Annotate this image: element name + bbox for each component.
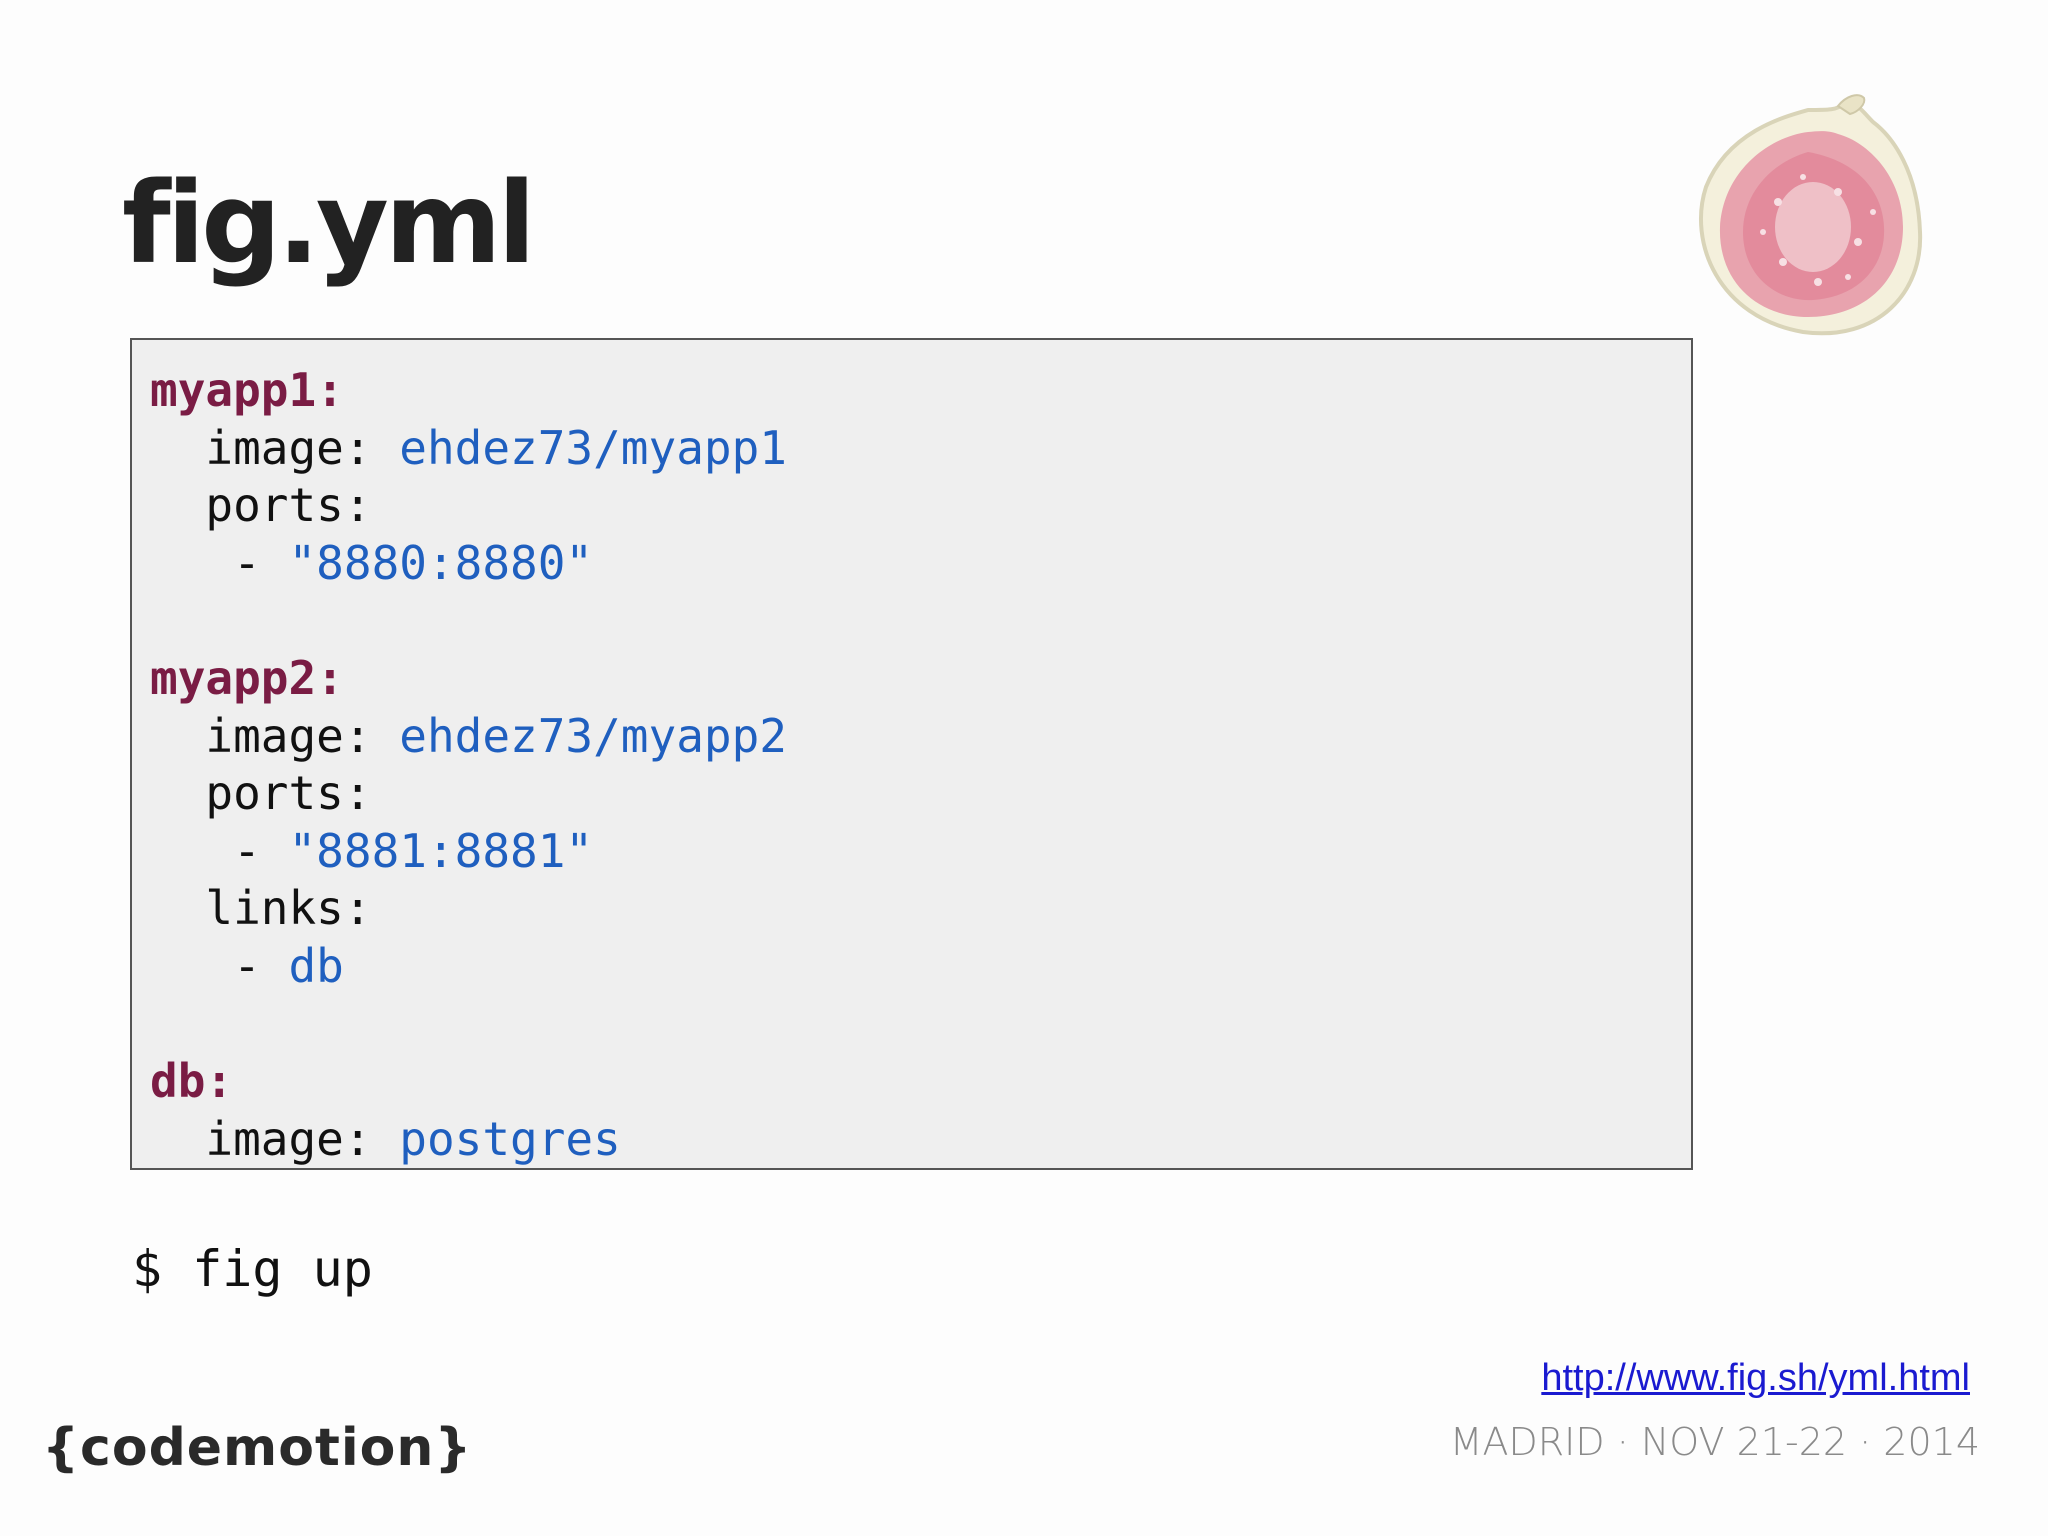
- codemotion-logo: {codemotion}: [42, 1418, 473, 1478]
- code-line: ports:: [150, 765, 1691, 823]
- code-block: myapp1: image: ehdez73/myapp1 ports: - "…: [130, 338, 1693, 1170]
- yaml-service-key: db:: [150, 1054, 234, 1109]
- yaml-key: links:: [150, 881, 372, 936]
- yaml-value: db: [288, 938, 344, 993]
- code-line: image: ehdez73/myapp2: [150, 708, 1691, 766]
- yaml-service-key: myapp2:: [150, 650, 344, 705]
- code-line: db:: [150, 1053, 1691, 1111]
- event-info: MADRID · NOV 21-22 · 2014: [1449, 1420, 1980, 1464]
- yaml-value: ehdez73/myapp1: [399, 420, 787, 475]
- yaml-value: postgres: [399, 1111, 621, 1166]
- slide: fig.yml myapp1: image: ehdez73/myapp1 po…: [0, 0, 2048, 1536]
- yaml-key: ports:: [150, 478, 372, 533]
- fig-docs-link[interactable]: http://www.fig.sh/yml.html: [1541, 1357, 1970, 1400]
- code-line: image: postgres: [150, 1111, 1691, 1169]
- yaml-value: ehdez73/myapp2: [399, 708, 787, 763]
- yaml-key: -: [150, 938, 289, 993]
- yaml-value: "8881:8881": [288, 823, 594, 878]
- yaml-key: image:: [150, 420, 400, 475]
- command-text: $ fig up: [132, 1240, 373, 1298]
- yaml-key: image:: [150, 1111, 400, 1166]
- fig-fruit-icon: [1699, 94, 1923, 336]
- code-line: image: ehdez73/myapp1: [150, 420, 1691, 478]
- code-line: - db: [150, 938, 1691, 996]
- code-line: myapp1:: [150, 362, 1691, 420]
- yaml-value: "8880:8880": [288, 535, 594, 590]
- code-line: links:: [150, 880, 1691, 938]
- yaml-key: -: [150, 535, 289, 590]
- yaml-service-key: myapp1:: [150, 363, 344, 417]
- yaml-key: -: [150, 823, 289, 878]
- code-line: ports:: [150, 477, 1691, 535]
- code-line: - "8881:8881": [150, 823, 1691, 881]
- code-line: myapp2:: [150, 650, 1691, 708]
- code-line: - "8880:8880": [150, 535, 1691, 593]
- slide-title: fig.yml: [122, 159, 536, 289]
- yaml-key: ports:: [150, 766, 372, 821]
- yaml-key: image:: [150, 708, 400, 763]
